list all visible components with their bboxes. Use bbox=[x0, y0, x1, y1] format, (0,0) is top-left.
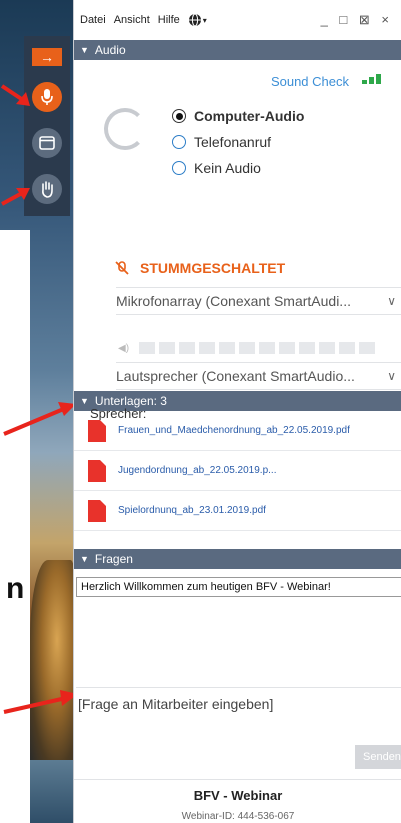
document-item[interactable]: Spielordnunq_ab_23.01.2019.pdf bbox=[74, 491, 401, 531]
webinar-id: Webinar-ID: 444-536-067 bbox=[181, 811, 295, 822]
raise-hand-button[interactable] bbox=[32, 174, 62, 204]
send-button[interactable]: Senden bbox=[355, 745, 401, 769]
language-globe-icon[interactable]: ▾ bbox=[188, 13, 215, 27]
audio-title: Audio bbox=[94, 43, 126, 57]
microphone-select[interactable]: Mikrofonarray (Conexant SmartAudi... ∨ bbox=[116, 287, 401, 315]
chevron-down-icon: ∨ bbox=[387, 294, 396, 308]
collapse-triangle-icon: ▼ bbox=[80, 45, 89, 55]
hand-icon bbox=[42, 181, 53, 198]
chevron-down-icon: ∨ bbox=[387, 369, 396, 383]
muted-label: STUMMGESCHALTET bbox=[140, 260, 286, 276]
questions-section: Herzlich Willkommen zum heutigen BFV - W… bbox=[74, 569, 401, 822]
microphone-toggle-button[interactable] bbox=[32, 82, 62, 112]
document-item[interactable]: Jugendordnung_ab_22.05.2019.p... bbox=[74, 451, 401, 491]
collapse-triangle-icon: ▼ bbox=[80, 554, 89, 564]
speaker-value: Lautsprecher (Conexant SmartAudio... bbox=[116, 368, 355, 384]
option-label: Kein Audio bbox=[194, 160, 261, 176]
microphone-icon bbox=[41, 89, 53, 105]
question-input[interactable]: [Frage an Mitarbeiter eingeben] bbox=[76, 687, 401, 737]
option-label: Computer-Audio bbox=[194, 108, 305, 124]
speaker-select[interactable]: Lautsprecher (Conexant SmartAudio... ∨ bbox=[116, 362, 401, 390]
welcome-message: Herzlich Willkommen zum heutigen BFV - W… bbox=[76, 577, 401, 597]
radio-icon bbox=[172, 135, 186, 149]
annotation-arrow-question bbox=[3, 690, 78, 714]
documents-list: Frauen_und_Maedchenordnung_ab_22.05.2019… bbox=[74, 411, 401, 549]
desktop-background bbox=[0, 230, 30, 823]
microphone-value: Mikrofonarray (Conexant SmartAudi... bbox=[116, 293, 351, 309]
window-icon bbox=[39, 136, 55, 150]
webinar-name: BFV - Webinar bbox=[193, 788, 283, 803]
window-controls[interactable]: _ □ ⊠ × bbox=[321, 12, 393, 28]
sound-check-link[interactable]: Sound Check bbox=[271, 74, 349, 89]
annotation-arrow-mic bbox=[0, 84, 30, 106]
wallpaper-rock bbox=[30, 560, 75, 760]
webinar-control-panel: Datei Ansicht Hilfe ▾ _ □ ⊠ × ▼ Audio So… bbox=[73, 0, 401, 823]
speaker-icon: ◀) bbox=[118, 342, 130, 354]
option-label: Telefonanruf bbox=[194, 134, 272, 150]
menu-ansicht[interactable]: Ansicht bbox=[114, 14, 150, 26]
option-telefonanruf[interactable]: Telefonanruf bbox=[172, 134, 271, 150]
background-partial-text: n bbox=[6, 572, 25, 605]
menu-hilfe[interactable]: Hilfe bbox=[158, 14, 180, 26]
pdf-icon bbox=[88, 419, 106, 442]
muted-mic-icon bbox=[115, 261, 129, 275]
document-name: Jugendordnung_ab_22.05.2019.p... bbox=[118, 465, 277, 476]
radio-icon bbox=[172, 161, 186, 175]
collapse-panel-icon[interactable]: → bbox=[32, 48, 62, 66]
option-computer-audio[interactable]: Computer-Audio bbox=[172, 108, 304, 124]
questions-title: Fragen bbox=[94, 552, 133, 566]
audio-section: Sound Check Computer-Audio Telefonanruf … bbox=[74, 60, 401, 421]
screen-share-button[interactable] bbox=[32, 128, 62, 158]
muted-status: STUMMGESCHALTET bbox=[114, 260, 285, 276]
document-name: Frauen_und_Maedchenordnung_ab_22.05.2019… bbox=[118, 425, 350, 436]
pdf-icon bbox=[88, 459, 106, 482]
radio-selected-icon bbox=[172, 109, 186, 123]
audio-section-header[interactable]: ▼ Audio bbox=[74, 40, 401, 60]
collapse-triangle-icon: ▼ bbox=[80, 396, 89, 406]
menu-bar: Datei Ansicht Hilfe ▾ _ □ ⊠ × bbox=[74, 0, 401, 40]
pdf-icon bbox=[88, 499, 106, 522]
webinar-footer: BFV - Webinar Webinar-ID: 444-536-067 bbox=[74, 779, 401, 822]
questions-section-header[interactable]: ▼ Fragen bbox=[74, 549, 401, 569]
signal-level-icon bbox=[362, 74, 381, 84]
document-name: Spielordnunq_ab_23.01.2019.pdf bbox=[118, 505, 266, 516]
option-kein-audio[interactable]: Kein Audio bbox=[172, 160, 261, 176]
headset-icon bbox=[104, 108, 146, 150]
speaker-volume-meter: ◀) bbox=[118, 342, 376, 354]
menu-datei[interactable]: Datei bbox=[80, 14, 106, 26]
annotation-arrow-documents bbox=[3, 402, 76, 436]
annotation-arrow-hand bbox=[1, 188, 30, 206]
